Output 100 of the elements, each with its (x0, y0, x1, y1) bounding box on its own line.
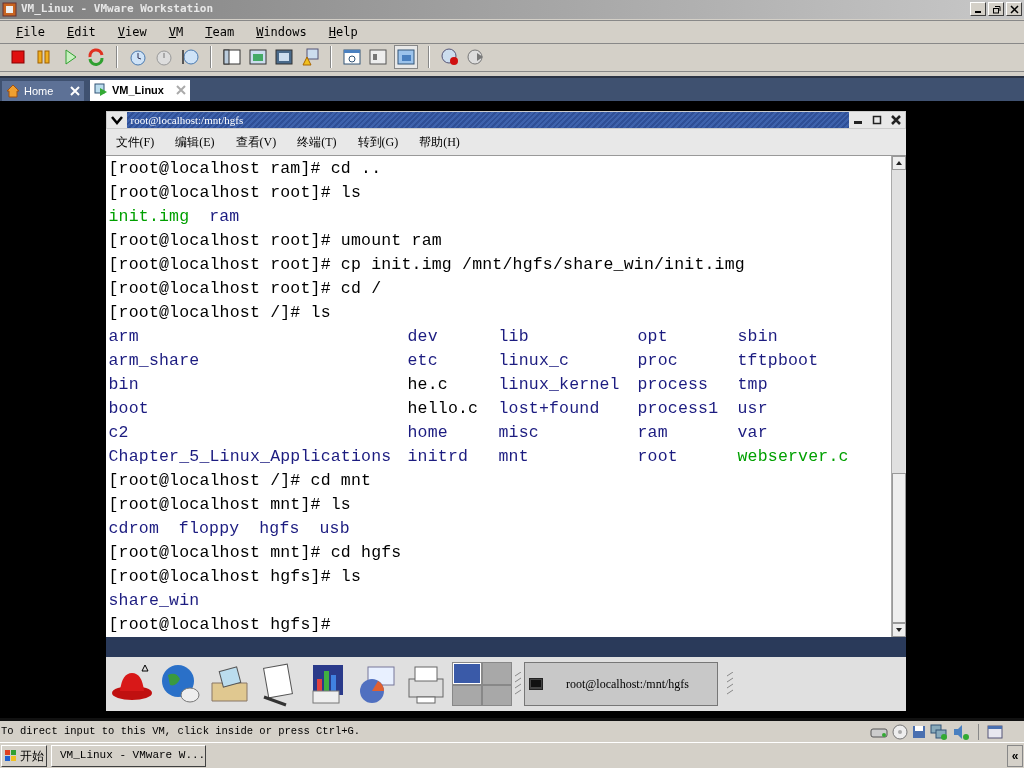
file-name: opt (637, 325, 668, 348)
console-icon[interactable] (368, 47, 388, 68)
workspace[interactable] (452, 662, 481, 684)
task-button[interactable]: root@localhost:/mnt/hgfs (523, 661, 718, 706)
terminal-text: [root@localhost root]# cp init.img /mnt/hgfs/share_win/init.img (108, 254, 745, 274)
status-text: To direct input to this VM, click inside or press Ctrl+G. (1, 723, 361, 739)
file-name: misc (498, 421, 539, 444)
file-name: tmp (737, 373, 768, 396)
task-label: root@localhost:/mnt/hgfs (564, 675, 690, 693)
record-icon[interactable] (440, 47, 460, 68)
restore-button[interactable] (988, 2, 1004, 17)
vm-icon (94, 83, 108, 98)
tab[interactable]: Home (2, 80, 84, 101)
close-icon (1009, 5, 1019, 14)
close-icon (890, 114, 901, 125)
reset-icon[interactable] (86, 47, 106, 68)
scroll-up-icon[interactable] (891, 155, 906, 170)
file-name: var (737, 421, 768, 444)
terminal-text: [root@localhost root]# cd / (108, 278, 382, 298)
terminal-text: [root@localhost hgfs]# ls (108, 566, 362, 586)
quick-switch-icon[interactable] (274, 47, 294, 68)
file-name: hello.c (407, 397, 479, 420)
file-name: he.c (407, 373, 448, 396)
terminal-text: cdrom (108, 518, 159, 538)
file-name: arm_share (108, 349, 200, 372)
restore-icon (991, 5, 1001, 14)
file-name: arm (108, 325, 139, 348)
menu-item[interactable]: 编辑(E) (175, 132, 215, 151)
terminal-text: [root@localhost ram]# cd .. (108, 158, 382, 178)
menu-item[interactable]: 转到(G) (357, 132, 399, 151)
tab-label: Home (24, 83, 54, 99)
file-name: Chapter_5_Linux_Applications (108, 445, 392, 468)
snapshot-icon[interactable] (128, 47, 148, 68)
file-name: c2 (108, 421, 129, 444)
file-name: sbin (737, 325, 778, 348)
file-name: linux_c (498, 349, 570, 372)
file-name: linux_kernel (498, 373, 620, 396)
menu-item[interactable]: Edit (66, 22, 96, 41)
sound-icon[interactable] (952, 723, 970, 740)
close-button[interactable] (1006, 2, 1022, 17)
file-name: lib (498, 325, 529, 348)
terminal-text: floppy (178, 518, 240, 538)
floppy-icon[interactable] (912, 724, 926, 739)
vm-screen[interactable] (0, 100, 1024, 719)
fullscreen-icon[interactable] (248, 47, 268, 68)
message-icon[interactable] (987, 724, 1003, 739)
file-name: mnt (498, 445, 529, 468)
menu-item[interactable]: 终端(T) (297, 132, 337, 151)
unity-icon[interactable] (396, 47, 416, 68)
menu-item[interactable]: Team (205, 22, 235, 41)
file-name: etc (407, 349, 438, 372)
file-name: boot (108, 397, 149, 420)
grip-icon (726, 671, 733, 696)
close-icon[interactable] (176, 85, 186, 96)
sidebar-icon[interactable] (222, 47, 242, 68)
terminal-text: init.img (108, 206, 190, 226)
file-name: usr (737, 397, 768, 420)
terminal-text: usb (319, 518, 350, 538)
file-name: proc (637, 349, 678, 372)
tab-label: VM_Linux (112, 83, 164, 99)
scroll-down-icon[interactable] (891, 622, 906, 637)
terminal-text: [root@localhost /]# cd mnt (108, 470, 372, 490)
taskbar-item[interactable]: VM_Linux - VMware W... (51, 744, 206, 767)
file-name: tftpboot (737, 349, 819, 372)
chevron-down-icon[interactable] (106, 111, 127, 128)
terminal-text: [root@localhost root]# umount ram (108, 230, 442, 250)
menu-item[interactable]: 文件(F) (115, 132, 155, 151)
window-title: VM_Linux - VMware Workstation (21, 1, 214, 18)
terminal-text: hgfs (259, 518, 300, 538)
disc-icon[interactable] (892, 723, 908, 740)
file-name: home (407, 421, 448, 444)
settings-icon[interactable] (342, 47, 362, 68)
file-name: root (637, 445, 678, 468)
menu-item[interactable]: Windows (256, 22, 307, 41)
windows-warning-icon[interactable] (300, 47, 320, 68)
tab[interactable]: VM_Linux (90, 79, 190, 101)
scrollbar[interactable] (890, 155, 906, 637)
network-icon[interactable] (930, 723, 948, 740)
show-more-button[interactable]: « (1007, 744, 1023, 767)
scroll-thumb[interactable] (891, 472, 906, 623)
menu-item[interactable]: 查看(V) (235, 132, 277, 151)
menu-item[interactable]: Help (328, 22, 358, 41)
minimize-button[interactable] (970, 2, 986, 17)
file-name: initrd (407, 445, 469, 468)
terminal-text: [root@localhost root]# ls (108, 182, 362, 202)
file-name: process (637, 373, 709, 396)
menu-item[interactable]: 帮助(H) (419, 132, 460, 151)
terminal-icon (528, 677, 543, 690)
grip-icon (514, 671, 521, 696)
menu-item[interactable]: View (117, 22, 147, 41)
file-name: process1 (637, 397, 719, 420)
house-icon (6, 83, 20, 98)
file-name: webserver.c (737, 445, 849, 468)
start-button[interactable]: 开始 (1, 744, 47, 767)
menu-item[interactable]: VM (168, 22, 184, 41)
windows-logo-icon (4, 748, 18, 763)
minimize-icon (852, 121, 863, 125)
menu-item[interactable]: File (16, 22, 45, 41)
file-name: dev (407, 325, 438, 348)
terminal-text: [root@localhost mnt]# cd hgfs (108, 542, 402, 562)
